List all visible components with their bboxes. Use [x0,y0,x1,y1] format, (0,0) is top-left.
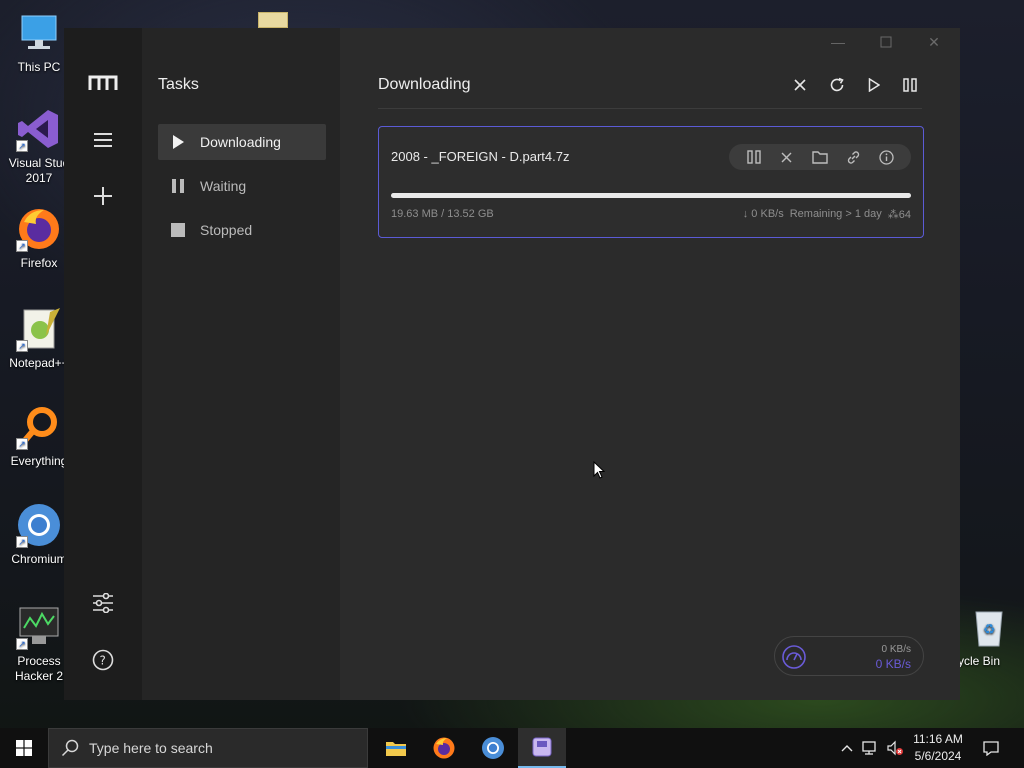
clock-date: 5/6/2024 [914,749,962,763]
pause-icon[interactable] [745,148,763,166]
process-hacker-icon: ↗ [16,604,62,650]
task-name: 2008 - _FOREIGN - D.part4.7z [391,149,570,164]
desktop-folder-icon[interactable] [258,12,288,28]
task-actions [729,144,911,170]
progress-fill [391,193,911,198]
speedometer-icon [781,644,807,670]
taskbar: Type here to search 11:16 AM 5/6/2024 [0,728,1024,768]
taskbar-search-box[interactable]: Type here to search [48,728,368,768]
pause-icon[interactable] [899,74,921,96]
motrix-icon[interactable] [518,728,566,768]
close-icon[interactable] [778,148,796,166]
sidebar-item-downloading[interactable]: Downloading [158,124,326,160]
desktop-icon-recycle-bin[interactable]: ♻ cycle Bin [952,604,1024,668]
windows-start-icon[interactable] [0,728,48,768]
notepad-plus-plus-icon: ↗ [16,306,62,352]
visual-studio-icon: ↗ [16,106,62,152]
sidebar-item-stopped[interactable]: Stopped [158,212,326,248]
search-icon [61,739,79,757]
mouse-cursor-icon [593,461,605,479]
recycle-bin-icon: ♻ [966,604,1012,650]
search-placeholder: Type here to search [89,740,213,756]
task-meta: ↓ 0 KB/s Remaining > 1 day ⁂64 [743,208,911,221]
sidebar-item-waiting[interactable]: Waiting [158,168,326,204]
main-panel: — ✕ Downloading 2008 - _FOREIGN - D.part… [340,28,960,700]
everything-search-icon: ↗ [16,404,62,450]
sidebar-item-label: Stopped [200,222,253,238]
file-explorer-icon[interactable] [372,728,420,768]
title-divider [378,108,922,109]
hamburger-menu-icon[interactable] [88,125,118,155]
task-remaining: Remaining > 1 day [789,208,882,220]
chevron-up-icon[interactable] [838,728,856,768]
task-sidebar: Tasks Downloading Waiting Stopped [142,28,340,700]
progress-bar [391,193,911,198]
app-window: ? Tasks Downloading Waiting Stopped — ✕ … [64,28,960,700]
connections-icon: ⁂ [887,209,899,221]
connections-count: 64 [898,209,911,221]
stop-icon [170,222,186,238]
network-icon[interactable] [860,728,882,768]
notification-icon[interactable] [978,728,1004,768]
sliders-icon[interactable] [88,588,118,618]
info-icon[interactable] [877,148,895,166]
sidebar-title: Tasks [158,76,199,93]
task-connections: ⁂64 [888,208,911,221]
chromium-icon: ↗ [16,502,62,548]
close-icon[interactable] [789,74,811,96]
firefox-icon: ↗ [16,206,62,252]
minimize-icon[interactable]: — [830,34,846,50]
download-speed: 0 KB/s [875,657,911,671]
sidebar-item-label: Downloading [200,134,281,150]
taskbar-clock[interactable]: 11:16 AM 5/6/2024 [906,731,970,765]
play-icon[interactable] [863,74,885,96]
desktop-icon-label: cycle Bin [952,654,1001,668]
this-pc-icon [16,10,62,56]
window-close-icon[interactable]: ✕ [926,34,942,50]
app-rail: ? [64,28,142,700]
maximize-icon[interactable] [878,34,894,50]
firefox-icon[interactable] [420,728,468,768]
plus-icon[interactable] [88,181,118,211]
svg-text:♻: ♻ [983,621,996,637]
play-icon [170,134,186,150]
speedometer[interactable]: 0 KB/s 0 KB/s [774,636,924,676]
pause-icon [170,178,186,194]
page-title: Downloading [378,76,471,93]
sidebar-item-label: Waiting [200,178,247,194]
volume-muted-icon[interactable] [884,728,906,768]
task-size: 19.63 MB / 13.52 GB [391,208,494,220]
m-logo-icon[interactable] [88,68,118,98]
help-circle-icon[interactable]: ? [88,645,118,675]
clock-time: 11:16 AM [913,732,963,746]
task-speed: ↓ 0 KB/s [742,208,784,220]
link-icon[interactable] [844,148,862,166]
task-item[interactable]: 2008 - _FOREIGN - D.part4.7z 19.63 MB / … [378,126,924,238]
folder-icon[interactable] [811,148,829,166]
chromium-icon[interactable] [469,728,517,768]
svg-text:?: ? [100,654,106,668]
refresh-icon[interactable] [826,74,848,96]
upload-speed: 0 KB/s [881,644,911,655]
